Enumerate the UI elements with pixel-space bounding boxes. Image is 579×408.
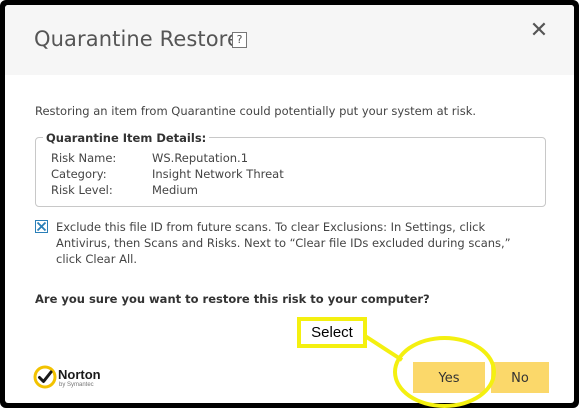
annotation-highlight-circle — [393, 336, 496, 408]
annotation-connector — [360, 332, 404, 362]
annotation-label: Select — [297, 317, 367, 348]
